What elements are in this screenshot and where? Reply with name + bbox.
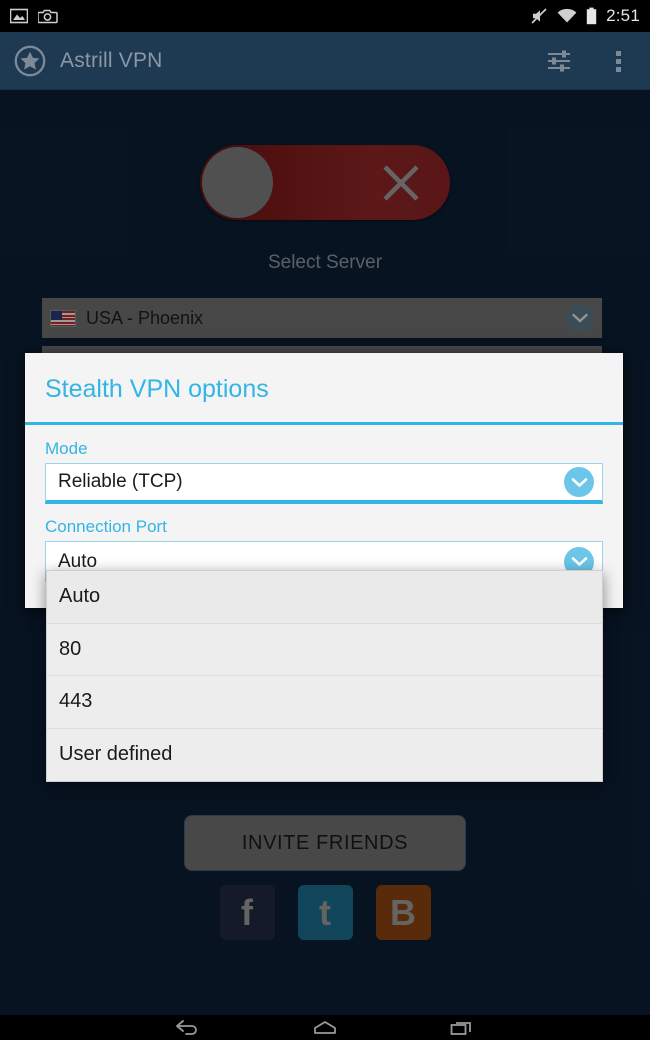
facebook-icon[interactable]: f bbox=[219, 885, 275, 940]
app-bar-actions bbox=[542, 44, 636, 78]
connection-toggle[interactable] bbox=[200, 145, 450, 220]
close-x-icon bbox=[383, 164, 419, 201]
app-bar: Astrill VPN bbox=[0, 32, 650, 90]
dialog-title: Stealth VPN options bbox=[45, 375, 269, 403]
battery-icon bbox=[586, 7, 597, 25]
invite-friends-button[interactable]: INVITE FRIENDS bbox=[184, 815, 466, 871]
status-bar-clock: 2:51 bbox=[606, 6, 640, 25]
blogger-icon[interactable]: B bbox=[375, 885, 431, 940]
connection-port-dropdown: Auto 80 443 User defined bbox=[46, 570, 603, 782]
home-icon[interactable] bbox=[300, 1015, 350, 1040]
navigation-bar bbox=[0, 1015, 650, 1040]
dropdown-option[interactable]: User defined bbox=[47, 729, 602, 782]
back-icon[interactable] bbox=[163, 1015, 213, 1040]
status-bar: 2:51 bbox=[0, 0, 650, 32]
mode-label: Mode bbox=[45, 439, 88, 458]
toggle-knob[interactable] bbox=[202, 147, 273, 218]
image-icon bbox=[10, 8, 28, 24]
astrill-star-logo bbox=[14, 45, 46, 76]
mute-icon bbox=[531, 8, 547, 24]
dropdown-option[interactable]: 80 bbox=[47, 624, 602, 676]
social-links: f t B bbox=[0, 885, 650, 940]
dropdown-option[interactable]: Auto bbox=[47, 571, 602, 624]
sliders-icon[interactable] bbox=[542, 44, 576, 78]
chevron-down-icon[interactable] bbox=[566, 304, 594, 332]
field-spacer bbox=[45, 504, 603, 517]
dropdown-option[interactable]: 443 bbox=[47, 676, 602, 729]
camera-icon bbox=[38, 9, 58, 24]
server-selector[interactable]: USA - Phoenix bbox=[42, 298, 602, 338]
chevron-down-icon[interactable] bbox=[564, 467, 594, 497]
connection-toggle-wrap bbox=[0, 145, 650, 220]
overflow-menu-icon[interactable] bbox=[602, 44, 636, 78]
status-bar-left-icons bbox=[10, 8, 58, 24]
mode-value: Reliable (TCP) bbox=[58, 471, 183, 492]
android-screen: 2:51 Astrill VPN Select Server USA - Pho… bbox=[0, 0, 650, 1040]
recents-icon[interactable] bbox=[437, 1015, 487, 1040]
wifi-icon bbox=[557, 8, 577, 23]
usa-flag-icon bbox=[50, 309, 76, 327]
connection-port-label: Connection Port bbox=[45, 517, 167, 536]
status-bar-right-icons: 2:51 bbox=[530, 6, 640, 26]
app-title: Astrill VPN bbox=[60, 48, 163, 72]
twitter-icon[interactable]: t bbox=[297, 885, 353, 940]
select-server-label: Select Server bbox=[267, 252, 383, 273]
invite-friends-wrap: INVITE FRIENDS bbox=[0, 815, 650, 871]
server-name: USA - Phoenix bbox=[86, 307, 204, 328]
mode-spinner[interactable]: Reliable (TCP) bbox=[45, 463, 603, 504]
